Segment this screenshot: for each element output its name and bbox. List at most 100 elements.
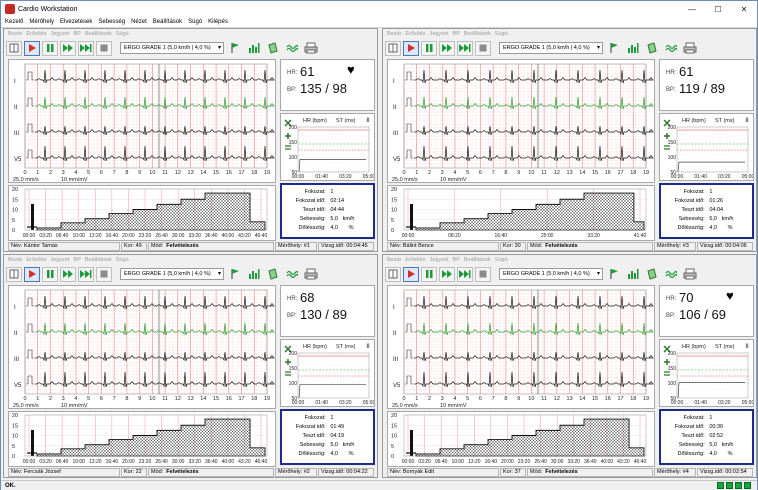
ecg-time-tick: 18 <box>630 396 636 402</box>
station-menu-help[interactable]: Súgó <box>495 257 508 263</box>
station-menu-note[interactable]: Jegyzet <box>430 31 449 37</box>
station-menu-settings[interactable]: Beállítások <box>85 257 112 263</box>
ecg-time-tick: 6 <box>100 396 103 402</box>
pause-button[interactable] <box>421 40 437 56</box>
play-button[interactable] <box>403 40 419 56</box>
hr-y-tick: 150 <box>289 366 298 372</box>
printer-icon[interactable] <box>682 267 698 282</box>
protocol-select[interactable]: ERGO GRADE 1 (5,0 km/h | 4,0 %) ▾ <box>120 268 224 280</box>
station-menu-gain[interactable]: Erősítés <box>405 31 425 37</box>
flag-icon[interactable] <box>227 267 243 282</box>
scroll-icon[interactable] <box>6 266 22 282</box>
menu-sugo[interactable]: Súgó <box>188 19 202 25</box>
calibration-pulse <box>405 97 413 107</box>
menu-kilepes[interactable]: Kilépés <box>208 19 228 25</box>
station-menu-close[interactable]: Bezár <box>387 257 401 263</box>
station-menu-gain[interactable]: Erősítés <box>26 257 46 263</box>
flag-icon[interactable] <box>606 41 622 56</box>
scroll-icon[interactable] <box>385 266 401 282</box>
station-menu-close[interactable]: Bezár <box>8 257 22 263</box>
maximize-button[interactable]: ☐ <box>705 1 731 17</box>
protocol-select[interactable]: ERGO GRADE 1 (5,0 km/h | 4,0 %) ▾ <box>499 268 603 280</box>
station-menu-bp[interactable]: BP <box>453 257 460 263</box>
pause-button[interactable] <box>42 40 58 56</box>
menu-merohely[interactable]: Mérőhely <box>29 19 54 25</box>
station-menu-settings[interactable]: Beállítások <box>464 257 491 263</box>
station-menu-settings[interactable]: Beállítások <box>85 31 112 37</box>
stop-button[interactable] <box>96 40 112 56</box>
hr-y-tick: 150 <box>668 140 677 146</box>
station-menu-note[interactable]: Jegyzet <box>51 31 70 37</box>
protocol-select[interactable]: ERGO GRADE 1 (5,0 km/h | 4,0 %) ▾ <box>499 42 603 54</box>
bar-chart-icon[interactable] <box>625 267 641 282</box>
bar-chart-icon[interactable] <box>246 267 262 282</box>
station-menu-bp[interactable]: BP <box>74 257 81 263</box>
notes-icon[interactable] <box>265 41 281 56</box>
bar-chart-icon[interactable] <box>246 41 262 56</box>
station-menu-bp[interactable]: BP <box>453 31 460 37</box>
menu-elvezetesek[interactable]: Elvezetések <box>60 19 92 25</box>
pause-button[interactable] <box>421 266 437 282</box>
forward-button[interactable] <box>439 266 455 282</box>
notes-icon[interactable] <box>644 267 660 282</box>
pause-button[interactable] <box>42 266 58 282</box>
lead-label-v5: V5 <box>14 157 22 163</box>
ecg-time-tick: 1 <box>415 396 418 402</box>
scroll-icon[interactable] <box>385 40 401 56</box>
notes-icon[interactable] <box>265 267 281 282</box>
menu-sebesseg[interactable]: Sebesség <box>98 19 125 25</box>
stop-button[interactable] <box>475 40 491 56</box>
menu-kezelo[interactable]: Kezelő <box>5 19 23 25</box>
printer-icon[interactable] <box>303 267 319 282</box>
wave-icon[interactable] <box>663 41 679 56</box>
play-button[interactable] <box>24 40 40 56</box>
printer-icon[interactable] <box>303 41 319 56</box>
wave-icon[interactable] <box>663 267 679 282</box>
ecg-time-tick: 16 <box>605 396 611 402</box>
fast-forward-button[interactable] <box>457 40 473 56</box>
play-button[interactable] <box>403 266 419 282</box>
notes-icon[interactable] <box>644 41 660 56</box>
trend-y-tick: 0 <box>12 228 15 234</box>
play-button[interactable] <box>24 266 40 282</box>
station-menu-gain[interactable]: Erősítés <box>405 257 425 263</box>
wave-icon[interactable] <box>284 267 300 282</box>
close-button[interactable]: ✕ <box>731 1 757 17</box>
stop-button[interactable] <box>96 266 112 282</box>
speed-value: 5,0 <box>330 442 338 448</box>
trend-protocol-area <box>415 418 645 457</box>
protocol-select[interactable]: ERGO GRADE 1 (5,0 km/h | 4,0 %) ▾ <box>120 42 224 54</box>
station-menu-note[interactable]: Jegyzet <box>430 257 449 263</box>
station-menu-close[interactable]: Bezár <box>387 31 401 37</box>
ecg-trace-v5 <box>35 371 275 388</box>
station-toolbar: ERGO GRADE 1 (5,0 km/h | 4,0 %) ▾ <box>383 39 756 57</box>
fast-forward-button[interactable] <box>78 266 94 282</box>
forward-button[interactable] <box>439 40 455 56</box>
ecg-time-tick: 13 <box>188 396 194 402</box>
forward-button[interactable] <box>60 266 76 282</box>
station-menu-close[interactable]: Bezár <box>8 31 22 37</box>
fast-forward-button[interactable] <box>457 266 473 282</box>
printer-icon[interactable] <box>682 41 698 56</box>
flag-icon[interactable] <box>227 41 243 56</box>
stop-button[interactable] <box>475 266 491 282</box>
forward-button[interactable] <box>60 40 76 56</box>
trend-x-tick: 10:00 <box>451 459 464 465</box>
wave-icon[interactable] <box>284 41 300 56</box>
station-menu-bp[interactable]: BP <box>74 31 81 37</box>
level-value: 1 <box>330 189 334 195</box>
bar-chart-icon[interactable] <box>625 41 641 56</box>
station-menu-note[interactable]: Jegyzet <box>51 257 70 263</box>
menu-beallitasok[interactable]: Beállítások <box>153 19 182 25</box>
station-menu-gain[interactable]: Erősítés <box>26 31 46 37</box>
flag-icon[interactable] <box>606 267 622 282</box>
trend-x-tick: 03:20 <box>39 459 52 465</box>
fast-forward-button[interactable] <box>78 40 94 56</box>
station-menu-settings[interactable]: Beállítások <box>464 31 491 37</box>
scroll-icon[interactable] <box>6 40 22 56</box>
menu-nezet[interactable]: Nézet <box>131 19 147 25</box>
station-menu-help[interactable]: Súgó <box>495 31 508 37</box>
minimize-button[interactable]: — <box>679 1 705 17</box>
station-menu-help[interactable]: Súgó <box>116 257 129 263</box>
station-menu-help[interactable]: Súgó <box>116 31 129 37</box>
